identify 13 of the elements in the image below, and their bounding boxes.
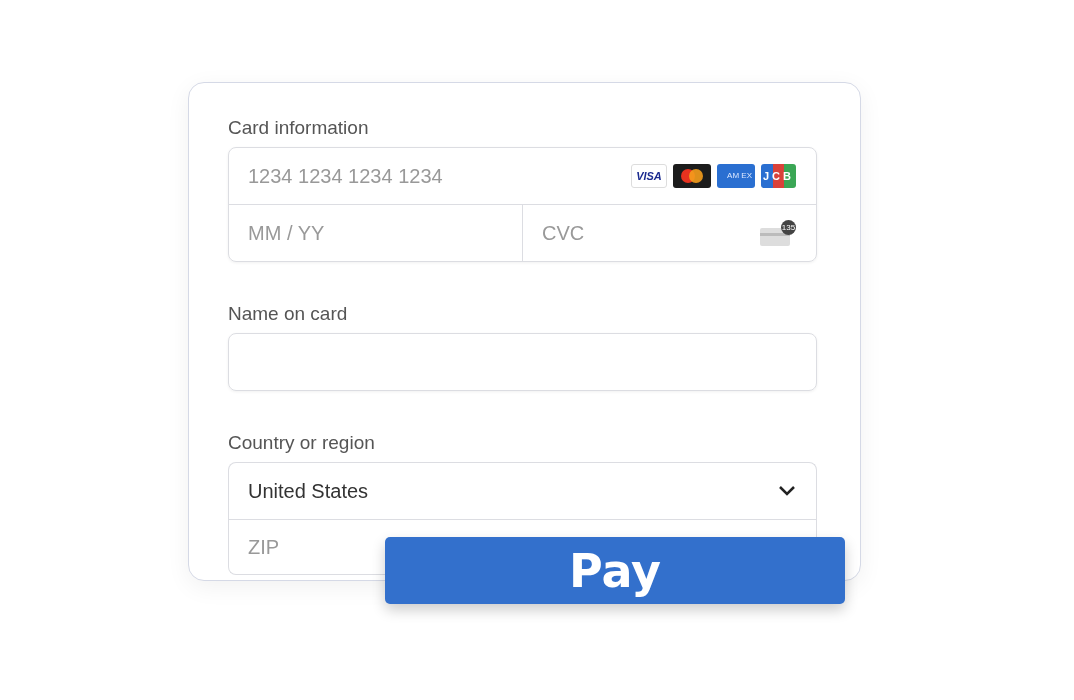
- name-input-field[interactable]: [228, 333, 817, 391]
- card-number-input[interactable]: 1234 1234 1234 1234: [229, 148, 631, 204]
- chevron-down-icon[interactable]: [778, 485, 796, 497]
- jcb-logo: JCB: [761, 164, 796, 188]
- mastercard-logo-icon: [673, 164, 711, 188]
- cvc-input[interactable]: CVC: [523, 205, 760, 261]
- field-label: Card information: [228, 117, 370, 139]
- amex-logo: AM EX: [717, 164, 755, 188]
- field-label: Name on card: [228, 303, 349, 325]
- visa-logo: VISA: [631, 164, 667, 188]
- card-information-field[interactable]: 1234 1234 1234 1234 VISA AM EX JCB MM / YY CVC 135: [228, 147, 817, 262]
- field-label: Country or region: [228, 432, 376, 454]
- expiry-input[interactable]: MM / YY: [229, 205, 502, 261]
